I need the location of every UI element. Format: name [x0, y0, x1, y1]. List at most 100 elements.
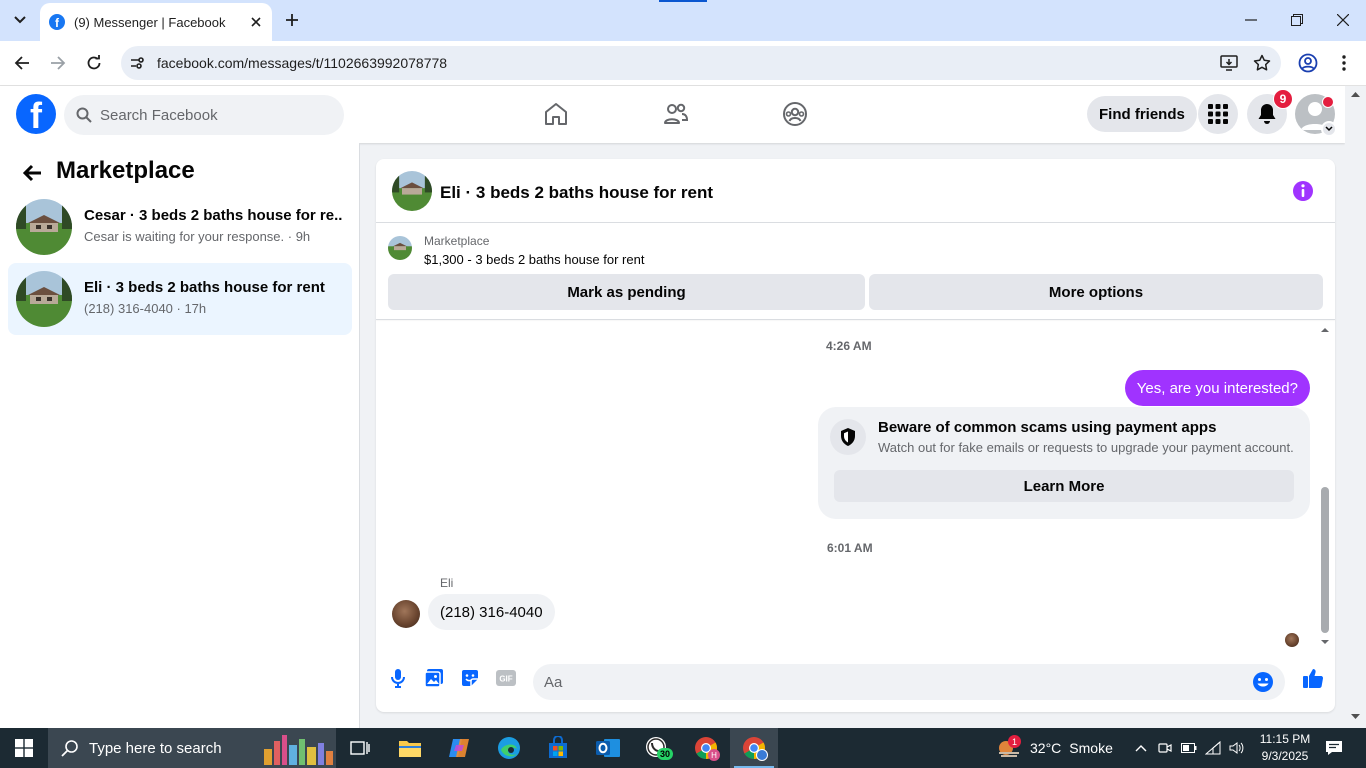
account-chevron-icon[interactable]	[1321, 121, 1337, 137]
taskbar-search-placeholder: Type here to search	[89, 739, 222, 757]
arrow-right-icon	[51, 56, 66, 70]
groups-nav[interactable]	[778, 97, 812, 131]
profile-button[interactable]	[1294, 49, 1322, 77]
minimize-button[interactable]	[1228, 0, 1274, 40]
mark-as-pending-button[interactable]: Mark as pending	[388, 274, 865, 310]
conversation-preview: (218) 316-4040 · 17h	[84, 301, 207, 316]
scrollbar-thumb[interactable]	[1321, 487, 1329, 633]
thumbs-up-icon[interactable]	[1301, 666, 1325, 690]
outlook-app[interactable]	[584, 728, 632, 768]
seen-indicator-avatar	[1285, 633, 1299, 647]
find-friends-button[interactable]: Find friends	[1087, 96, 1197, 132]
info-icon[interactable]	[1291, 179, 1315, 203]
house-thumbnail[interactable]	[392, 171, 432, 211]
bookmark-star-icon[interactable]	[1248, 49, 1276, 77]
tab-strip-indicator	[659, 0, 707, 2]
wifi-icon[interactable]	[1202, 728, 1224, 768]
site-info-icon[interactable]	[124, 50, 150, 76]
meet-now-icon[interactable]	[1154, 728, 1176, 768]
whatsapp-badge: 30	[657, 748, 674, 760]
browser-tab-messenger[interactable]: f (9) Messenger | Facebook	[40, 3, 272, 41]
outgoing-message[interactable]: Yes, are you interested?	[1124, 370, 1310, 406]
listing-title[interactable]: $1,300 - 3 beds 2 baths house for rent	[424, 252, 644, 267]
microphone-icon[interactable]	[386, 666, 410, 690]
restore-button[interactable]	[1274, 0, 1320, 40]
browser-toolbar: facebook.com/messages/t/1102663992078778	[0, 41, 1366, 86]
city-skyline-icon	[264, 735, 333, 765]
show-hidden-icons[interactable]	[1130, 728, 1152, 768]
home-nav[interactable]	[539, 97, 573, 131]
new-tab-button[interactable]	[280, 8, 304, 32]
bell-icon	[1258, 104, 1276, 124]
notification-count-badge: 9	[1273, 89, 1293, 109]
conversation-name: Eli · 3 beds 2 baths house for rent	[84, 279, 325, 296]
menu-button[interactable]	[1198, 94, 1238, 134]
install-app-icon[interactable]	[1215, 49, 1243, 77]
marketplace-listing-bar: Marketplace $1,300 - 3 beds 2 baths hous…	[376, 224, 1335, 320]
notification-center-button[interactable]	[1318, 728, 1350, 768]
page-scrollbar[interactable]	[1345, 86, 1366, 728]
plus-icon	[286, 14, 298, 26]
reload-button[interactable]	[80, 49, 108, 77]
sticker-icon[interactable]	[458, 666, 482, 690]
friends-nav[interactable]	[659, 97, 693, 131]
incoming-message[interactable]: (218) 316-4040	[428, 594, 555, 630]
close-tab-icon[interactable]	[246, 12, 266, 32]
weather-badge: 1	[1008, 735, 1021, 748]
panel-title: Marketplace	[56, 157, 195, 184]
search-icon	[61, 740, 78, 757]
message-thread: 4:26 AM Yes, are you interested? Beware …	[376, 321, 1335, 649]
house-thumbnail	[16, 271, 72, 327]
whatsapp-app[interactable]: 30	[633, 728, 681, 768]
volume-icon[interactable]	[1226, 728, 1248, 768]
forward-button[interactable]	[44, 49, 72, 77]
emoji-icon[interactable]	[1251, 670, 1275, 694]
chat-scrollbar[interactable]	[1319, 321, 1335, 649]
close-window-button[interactable]	[1320, 0, 1366, 40]
search-input[interactable]	[100, 106, 320, 124]
facebook-search[interactable]	[64, 95, 344, 135]
weather-temperature: 32°C	[1030, 740, 1062, 756]
edge-app[interactable]	[485, 728, 533, 768]
svg-text:GIF: GIF	[499, 675, 512, 684]
copilot-app[interactable]	[435, 728, 483, 768]
start-button[interactable]	[0, 728, 48, 768]
profile-badge-icon: H	[708, 749, 720, 761]
reload-icon	[87, 55, 101, 70]
listing-thumbnail[interactable]	[388, 236, 412, 260]
more-options-button[interactable]: More options	[869, 274, 1323, 310]
chrome-profile-app[interactable]	[730, 728, 778, 768]
chat-header: Eli · 3 beds 2 baths house for rent	[376, 159, 1335, 223]
message-input[interactable]	[544, 673, 1224, 691]
back-button[interactable]	[8, 49, 36, 77]
search-icon	[76, 107, 92, 123]
chat-title[interactable]: Eli · 3 beds 2 baths house for rent	[440, 183, 713, 203]
message-input-box[interactable]	[533, 664, 1285, 700]
windows-taskbar: Type here to search 30 H 1 32°C Smoke 11…	[0, 728, 1366, 768]
account-icon	[1298, 53, 1318, 73]
windows-logo-icon	[15, 739, 33, 757]
weather-description: Smoke	[1069, 740, 1113, 756]
attach-photo-icon[interactable]	[422, 666, 446, 690]
shield-icon	[830, 419, 866, 455]
tab-search-button[interactable]	[6, 6, 34, 34]
file-explorer-app[interactable]	[386, 728, 434, 768]
task-view-button[interactable]	[336, 728, 384, 768]
gif-icon[interactable]: GIF	[494, 666, 518, 690]
conversation-preview: Cesar is waiting for your response. · 9h	[84, 229, 311, 244]
conversation-item-eli[interactable]: Eli · 3 beds 2 baths house for rent (218…	[8, 263, 352, 335]
microsoft-store-app[interactable]	[534, 728, 582, 768]
battery-icon[interactable]	[1178, 728, 1200, 768]
weather-widget[interactable]: 1 32°C Smoke	[996, 728, 1113, 768]
browser-menu-button[interactable]	[1330, 49, 1358, 77]
address-bar[interactable]: facebook.com/messages/t/1102663992078778	[121, 46, 1281, 80]
facebook-logo[interactable]: f	[16, 94, 56, 134]
back-arrow-button[interactable]	[18, 159, 46, 187]
system-clock[interactable]: 11:15 PM 9/3/2025	[1253, 731, 1317, 765]
taskbar-search[interactable]: Type here to search	[48, 728, 336, 768]
learn-more-button[interactable]: Learn More	[834, 470, 1294, 502]
clock-date: 9/3/2025	[1261, 749, 1309, 763]
conversation-item-cesar[interactable]: Cesar · 3 beds 2 baths house for re... C…	[8, 191, 352, 263]
sender-avatar[interactable]	[392, 600, 420, 628]
chrome-app[interactable]: H	[682, 728, 730, 768]
